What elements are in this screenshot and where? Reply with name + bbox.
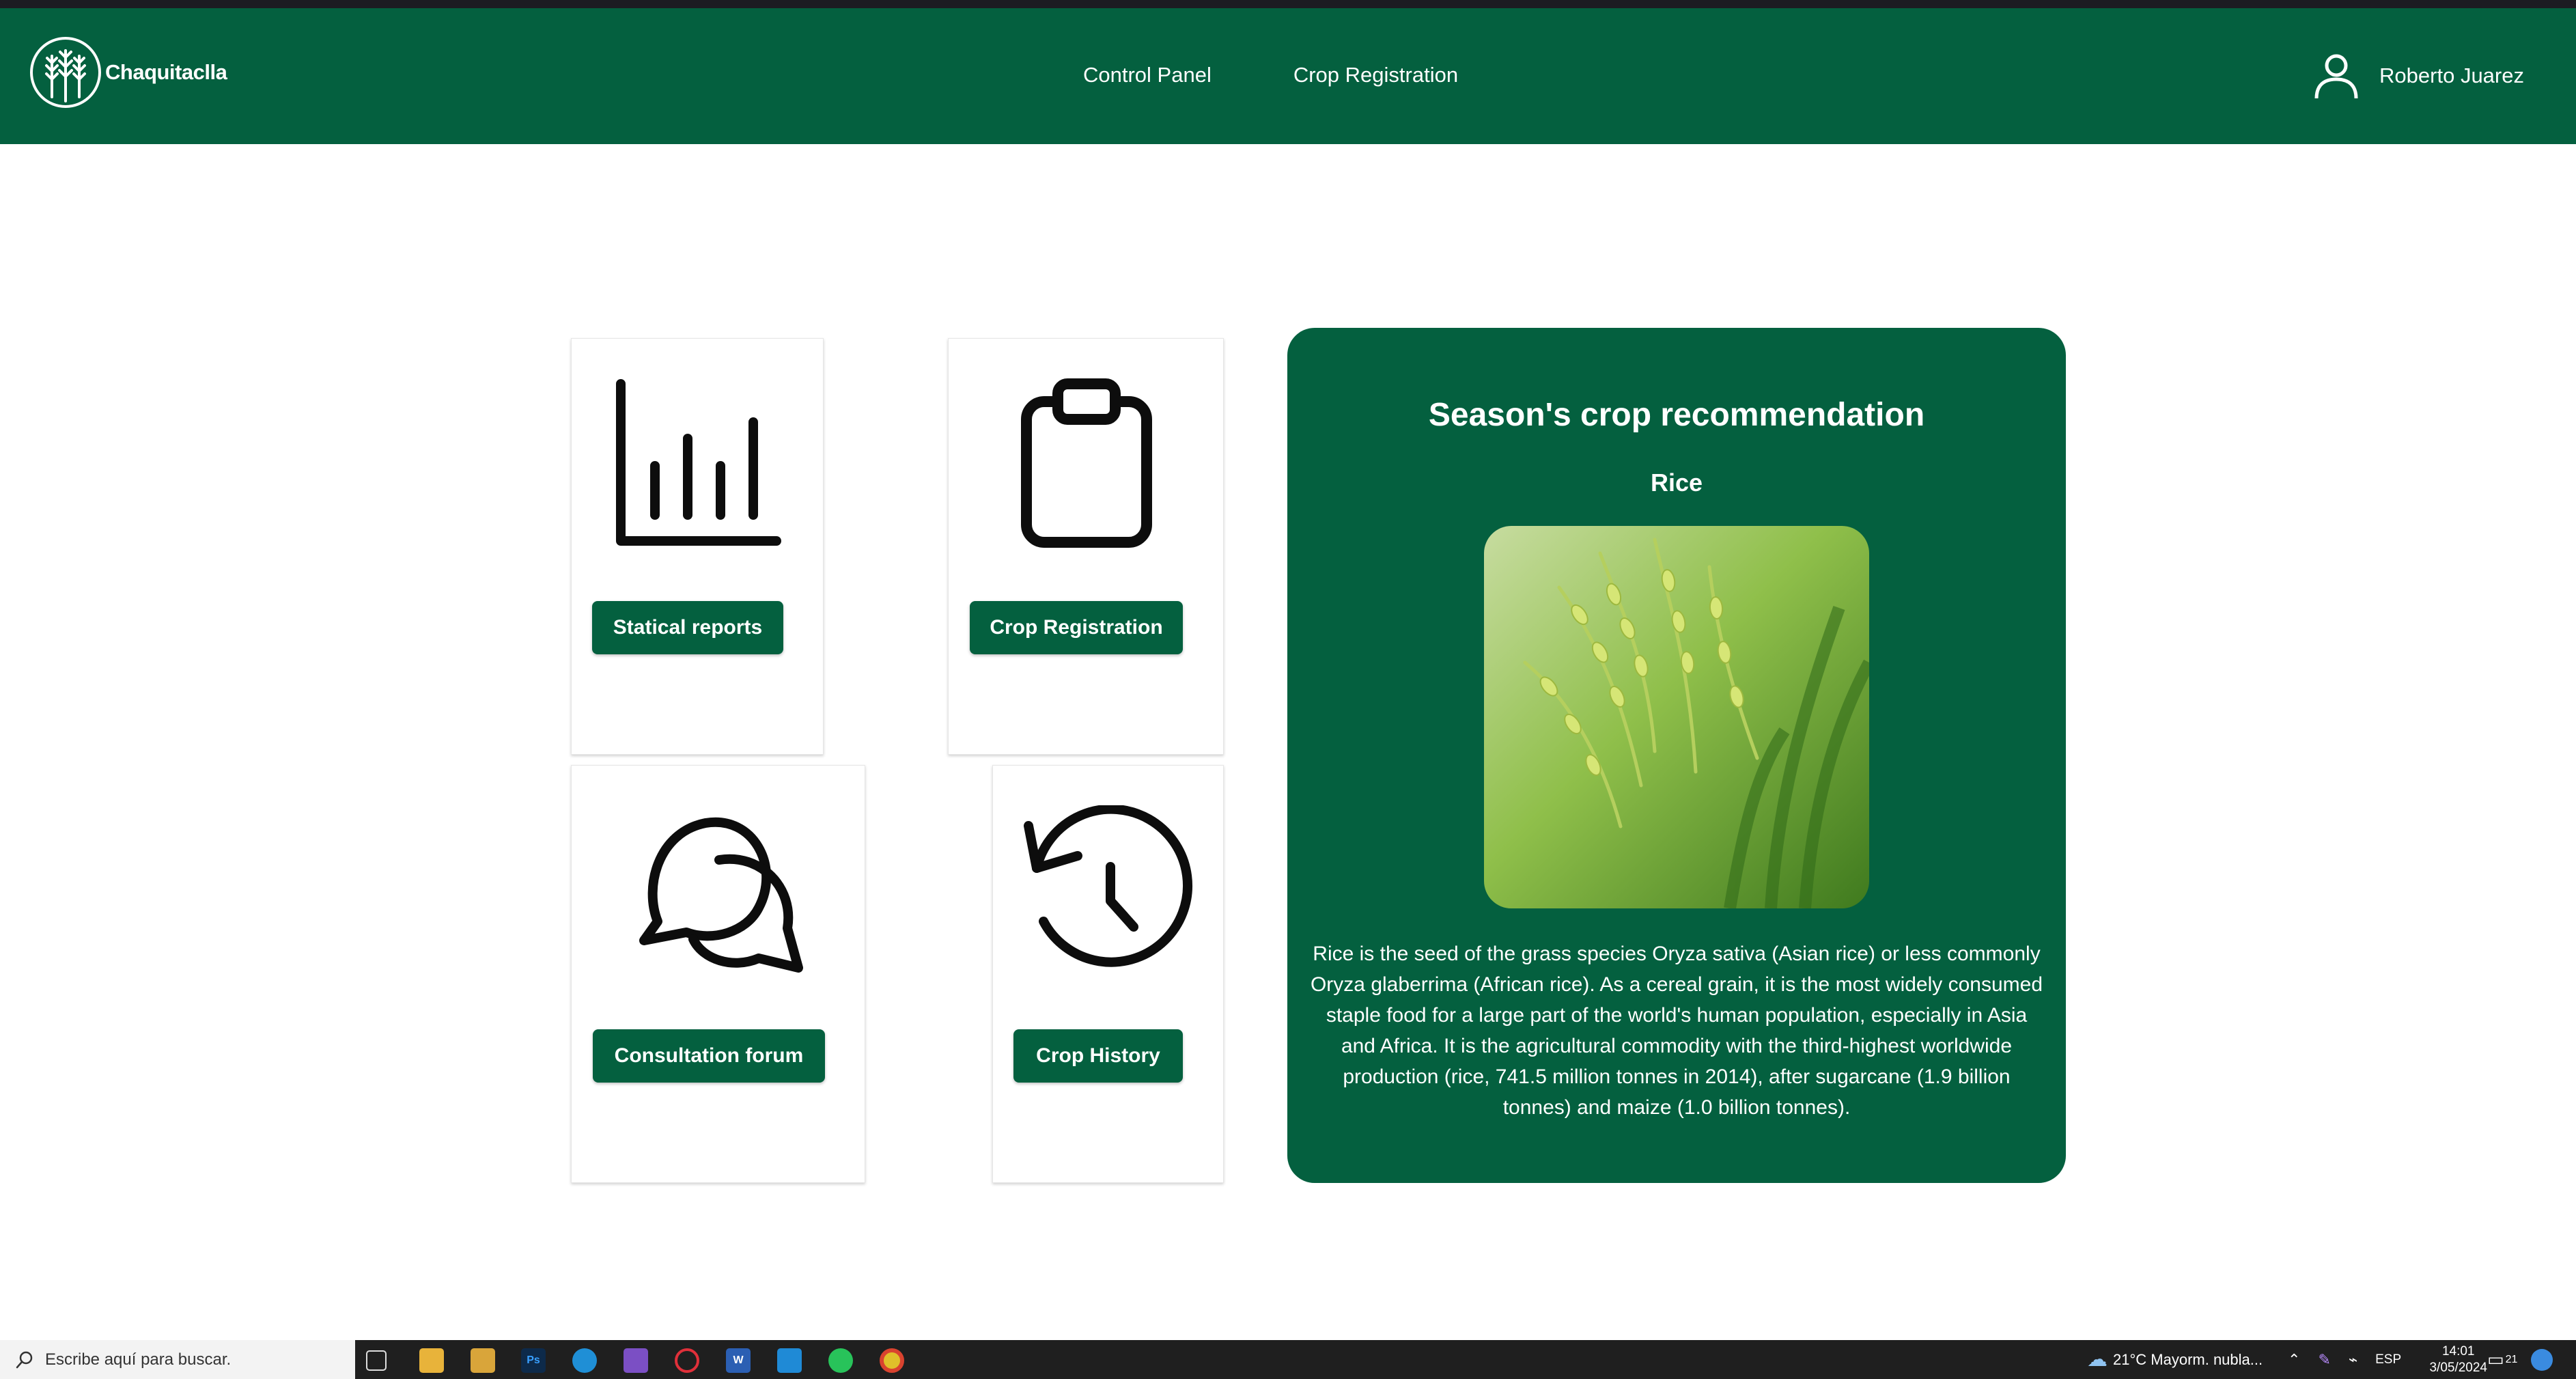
brand-name: Chaquitaclla: [105, 60, 227, 84]
history-icon: [1024, 805, 1193, 967]
nav-crop-registration[interactable]: Crop Registration: [1293, 63, 1458, 87]
consultation-forum-button[interactable]: Consultation forum: [593, 1029, 825, 1083]
input-language[interactable]: ESP: [2375, 1352, 2401, 1367]
taskbar-clock[interactable]: 14:01 3/05/2024: [2429, 1343, 2487, 1376]
clock-date: 3/05/2024: [2429, 1361, 2487, 1375]
weather-widget[interactable]: ☁ 21°C Mayorm. nubla...: [2087, 1340, 2263, 1379]
card-crop-history: Crop History: [992, 765, 1224, 1183]
wheat-logo-icon: [30, 37, 101, 108]
search-icon: [16, 1351, 33, 1368]
user-menu[interactable]: Roberto Juarez: [2311, 51, 2524, 101]
crop-history-button[interactable]: Crop History: [1013, 1029, 1183, 1083]
word-label: W: [733, 1354, 744, 1366]
chat-bubbles-icon: [639, 817, 803, 973]
recommendation-description: Rice is the seed of the grass species Or…: [1310, 943, 2043, 1119]
navbar: Chaquitaclla Control Panel Crop Registra…: [0, 8, 2576, 144]
visual-studio-icon[interactable]: [624, 1348, 648, 1373]
taskbar-search[interactable]: Escribe aquí para buscar.: [0, 1340, 355, 1379]
bar-chart-icon: [616, 379, 781, 546]
taskbar-search-placeholder: Escribe aquí para buscar.: [45, 1350, 232, 1369]
window-top-strip: [0, 0, 2576, 8]
photoshop-icon[interactable]: Ps: [521, 1348, 546, 1373]
windows-taskbar: Escribe aquí para buscar. Ps W ☁ 21°C Ma…: [0, 1340, 2576, 1379]
store-icon[interactable]: [471, 1348, 495, 1373]
copilot-icon[interactable]: [2531, 1349, 2553, 1371]
notification-center[interactable]: ▭ 21: [2487, 1340, 2517, 1379]
pen-icon[interactable]: ✎: [2318, 1351, 2330, 1369]
whatsapp-icon[interactable]: [828, 1348, 853, 1373]
crop-registration-button[interactable]: Crop Registration: [970, 601, 1183, 654]
word-icon[interactable]: W: [726, 1348, 751, 1373]
card-consultation-forum: Consultation forum: [571, 765, 865, 1183]
notification-count: 21: [2505, 1353, 2518, 1365]
opera-icon[interactable]: [675, 1348, 699, 1373]
photoshop-label: Ps: [527, 1354, 540, 1366]
nav-control-panel[interactable]: Control Panel: [1083, 63, 1212, 87]
network-icon[interactable]: ⌁: [2349, 1351, 2357, 1369]
statical-reports-button[interactable]: Statical reports: [592, 601, 783, 654]
edge-icon[interactable]: [572, 1348, 597, 1373]
brand-logo[interactable]: Chaquitaclla: [29, 36, 227, 109]
clipboard-icon: [1021, 378, 1152, 548]
chevron-up-icon[interactable]: ⌃: [2288, 1351, 2300, 1369]
system-tray: ⌃ ✎ ⌁ ESP: [2288, 1340, 2401, 1379]
rice-photo: [1484, 526, 1869, 908]
user-icon: [2314, 54, 2358, 99]
card-crop-registration: Crop Registration: [948, 338, 1224, 755]
vscode-icon[interactable]: [777, 1348, 802, 1373]
crop-recommendation-panel: Season's crop recommendation Rice Rice i…: [1287, 328, 2066, 1183]
clock-time: 14:01: [2441, 1344, 2475, 1359]
weather-text: 21°C Mayorm. nubla...: [2113, 1350, 2263, 1368]
main-nav: Control Panel Crop Registration: [1083, 63, 1540, 87]
file-explorer-icon[interactable]: [419, 1348, 444, 1373]
user-name: Roberto Juarez: [2379, 64, 2524, 87]
cloud-icon: ☁: [2087, 1348, 2108, 1371]
chrome-icon[interactable]: [880, 1348, 904, 1373]
recommendation-title: Season's crop recommendation: [1428, 397, 1925, 433]
card-statical-reports: Statical reports: [571, 338, 824, 755]
notification-icon: ▭: [2487, 1349, 2504, 1369]
task-view-icon[interactable]: [366, 1350, 387, 1371]
recommended-crop-name: Rice: [1650, 469, 1703, 497]
